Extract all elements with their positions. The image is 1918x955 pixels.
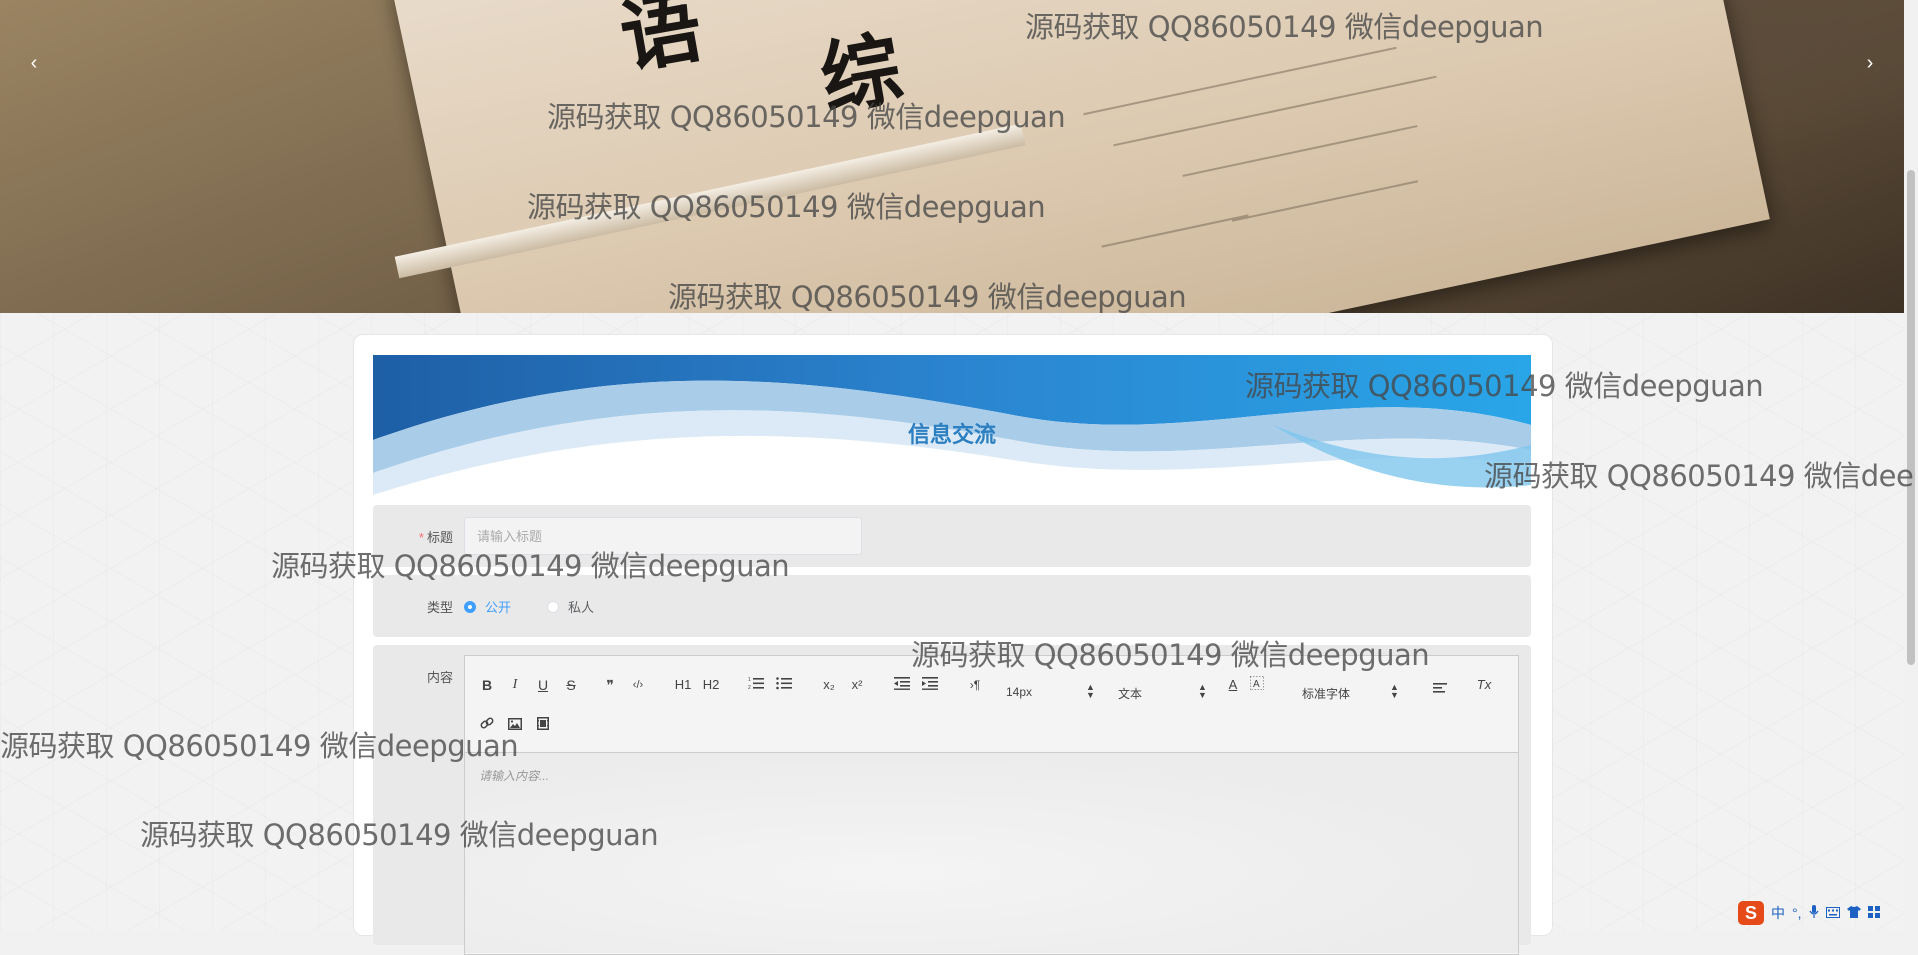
strikethrough-button[interactable]: S [560, 674, 582, 696]
radio-dot [464, 600, 476, 613]
font-family-value: 标准字体 [1302, 687, 1351, 701]
keyboard-icon[interactable] [1825, 905, 1840, 921]
microphone-icon[interactable] [1808, 904, 1819, 922]
svg-text:A: A [1253, 679, 1260, 690]
heading1-button[interactable]: H1 [672, 674, 694, 696]
required-mark: * [418, 530, 424, 545]
heading2-button[interactable]: H2 [700, 674, 722, 696]
select-arrows-icon: ▲ ▼ [1086, 682, 1095, 700]
text-direction-button[interactable]: ›¶ [964, 674, 986, 696]
link-icon[interactable] [476, 714, 498, 736]
title-label-text: 标题 [426, 530, 453, 545]
editor-content-area[interactable]: 请输入内容... [465, 753, 1518, 953]
carousel-next-button[interactable]: › [1856, 50, 1884, 78]
bold-button[interactable]: B [476, 674, 498, 696]
outdent-icon[interactable] [891, 674, 913, 696]
select-arrows-icon: ▲ ▼ [1390, 682, 1399, 700]
svg-text:1: 1 [748, 677, 751, 683]
title-input[interactable] [464, 517, 862, 555]
ime-logo[interactable]: S [1738, 901, 1764, 925]
title-label: * 标题 [373, 527, 453, 546]
ime-punct-toggle[interactable]: °, [1792, 905, 1802, 921]
page-title: 信息交流 [907, 422, 996, 447]
background-color-icon[interactable]: A [1246, 674, 1268, 696]
form-row-type: 类型 公开 私人 [373, 575, 1531, 637]
radio-private[interactable]: 私人 [547, 597, 594, 616]
underline-button[interactable]: U [532, 674, 554, 696]
font-size-select[interactable]: 14px ▲ ▼ [1006, 682, 1096, 701]
content-label: 内容 [426, 670, 453, 685]
ime-lang-toggle[interactable]: 中 [1771, 903, 1785, 923]
ordered-list-icon[interactable]: 12 [745, 674, 767, 696]
page-scrollbar[interactable] [1904, 0, 1918, 930]
font-color-button[interactable]: A [1222, 674, 1244, 696]
editor-toolbar: B I U S ❞ ‹/› H1 H2 12 x₂ x² ›¶ 14px▲▼ [465, 656, 1518, 753]
font-size-value: 14px [1006, 685, 1033, 699]
align-icon[interactable] [1429, 678, 1451, 700]
rich-text-editor: B I U S ❞ ‹/› H1 H2 12 x₂ x² ›¶ 14px▲▼ [464, 655, 1519, 955]
radio-private-label: 私人 [568, 600, 595, 615]
select-arrows-icon: ▲ ▼ [1198, 682, 1207, 700]
radio-dot [547, 600, 559, 613]
font-family-select[interactable]: 标准字体 ▲ ▼ [1302, 682, 1402, 702]
scrollbar-thumb[interactable] [1907, 170, 1915, 665]
form-row-title: * 标题 [373, 505, 1531, 567]
subscript-button[interactable]: x₂ [818, 674, 840, 696]
image-icon[interactable] [504, 714, 526, 736]
radio-public[interactable]: 公开 [464, 597, 511, 616]
carousel-prev-button[interactable]: ‹ [20, 50, 48, 78]
radio-public-label: 公开 [485, 600, 512, 615]
editor-placeholder: 请输入内容... [479, 769, 550, 783]
video-icon[interactable] [532, 714, 554, 736]
grid-menu-icon[interactable] [1867, 905, 1880, 921]
code-block-button[interactable]: ‹/› [627, 674, 649, 696]
form-header: 信息交流 [373, 355, 1531, 501]
indent-icon[interactable] [919, 674, 941, 696]
svg-text:2: 2 [748, 685, 751, 690]
clear-format-button[interactable]: Tx [1473, 674, 1495, 696]
bullet-list-icon[interactable] [773, 674, 795, 696]
banner-carousel: 语 综 ‹ › [0, 0, 1904, 313]
skin-icon[interactable] [1846, 905, 1861, 921]
form-row-content: 内容 B I U S ❞ ‹/› H1 H2 12 x₂ x² ›¶ 14px … [373, 645, 1531, 955]
type-label: 类型 [426, 600, 453, 615]
superscript-button[interactable]: x² [846, 674, 868, 696]
banner-book-image [390, 0, 1770, 313]
blockquote-button[interactable]: ❞ [599, 674, 621, 696]
heading-select[interactable]: 文本 ▲ ▼ [1118, 682, 1208, 702]
italic-button[interactable]: I [504, 674, 526, 696]
heading-value: 文本 [1118, 687, 1143, 701]
ime-toolbar: S 中 °, [1738, 898, 1918, 928]
